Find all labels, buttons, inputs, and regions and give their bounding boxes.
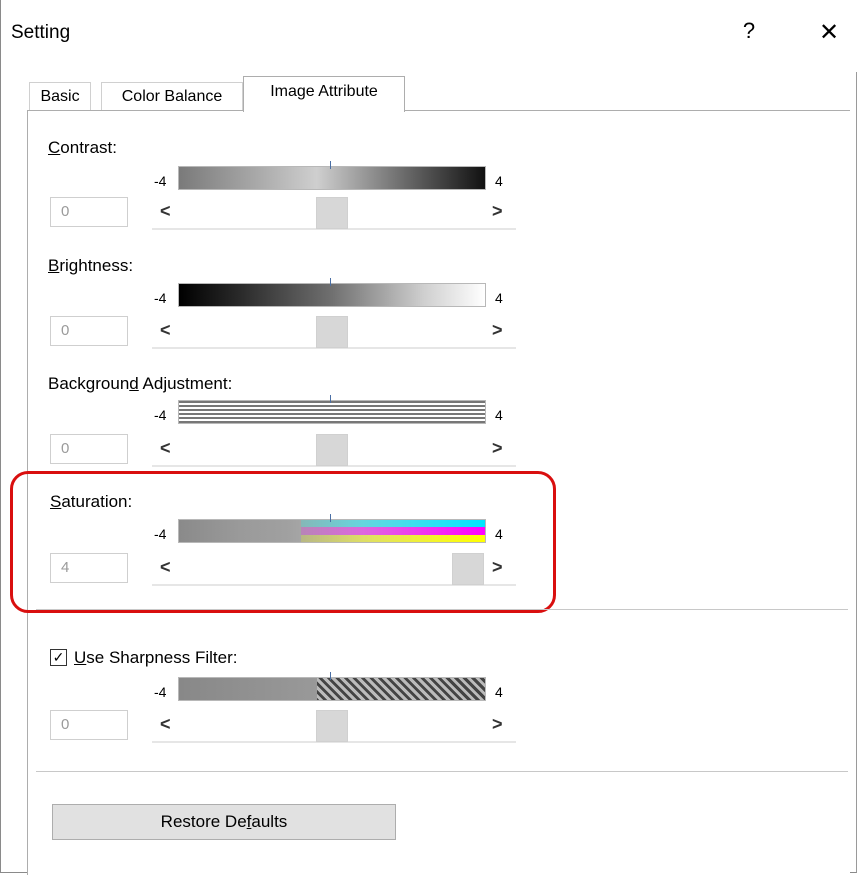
contrast-scale-bar: [178, 166, 486, 190]
contrast-label: Contrast:: [48, 138, 117, 157]
background-right-arrow[interactable]: >: [492, 438, 503, 459]
contrast-max-label: 4: [495, 173, 503, 189]
background-max-label: 4: [495, 407, 503, 423]
contrast-min-label: -4: [154, 173, 167, 189]
brightness-center-tick: [330, 278, 331, 286]
contrast-slider-thumb[interactable]: [316, 197, 348, 229]
brightness-min-label: -4: [154, 290, 167, 306]
contrast-value-field[interactable]: 0: [50, 197, 128, 227]
sharpness-value-field[interactable]: 0: [50, 710, 128, 740]
sharpness-label: Use Sharpness Filter:: [74, 648, 238, 667]
brightness-left-arrow[interactable]: <: [160, 320, 171, 341]
background-center-tick: [330, 395, 331, 403]
sharpness-min-label: -4: [154, 684, 167, 700]
background-slider-thumb[interactable]: [316, 434, 348, 466]
sharpness-center-tick: [330, 672, 331, 680]
brightness-scale-bar: [178, 283, 486, 307]
brightness-value-field[interactable]: 0: [50, 316, 128, 346]
brightness-slider-thumb[interactable]: [316, 316, 348, 348]
separator-1: [36, 609, 848, 610]
sharpness-right-arrow[interactable]: >: [492, 714, 503, 735]
sharpness-scale-bar: [178, 677, 486, 701]
tab-color-balance[interactable]: Color Balance: [101, 82, 243, 110]
brightness-max-label: 4: [495, 290, 503, 306]
brightness-right-arrow[interactable]: >: [492, 320, 503, 341]
background-min-label: -4: [154, 407, 167, 423]
restore-defaults-button[interactable]: Restore Defaults: [52, 804, 396, 840]
help-button[interactable]: ?: [739, 18, 759, 44]
tab-image-attribute[interactable]: Image Attribute: [243, 76, 405, 112]
checkmark-icon: ✓: [52, 649, 65, 665]
sharpness-left-arrow[interactable]: <: [160, 714, 171, 735]
contrast-right-arrow[interactable]: >: [492, 201, 503, 222]
contrast-center-tick: [330, 161, 331, 169]
window-title: Setting: [11, 22, 71, 43]
separator-2: [36, 771, 848, 772]
brightness-label: Brightness:: [48, 256, 134, 275]
sharpness-max-label: 4: [495, 684, 503, 700]
contrast-left-arrow[interactable]: <: [160, 201, 171, 222]
tab-basic[interactable]: Basic: [29, 82, 91, 110]
sharpness-smooth-segment: [179, 678, 317, 700]
sharpness-slider-thumb[interactable]: [316, 710, 348, 742]
saturation-highlight-outline: [10, 471, 556, 613]
background-adjustment-label: Background Adjustment:: [48, 374, 233, 393]
background-scale-bar: [178, 400, 486, 424]
background-left-arrow[interactable]: <: [160, 438, 171, 459]
close-button[interactable]: ✕: [817, 18, 841, 47]
sharpness-checkbox[interactable]: ✓: [50, 649, 67, 666]
background-value-field[interactable]: 0: [50, 434, 128, 464]
title-bar: Setting ? ✕: [1, 0, 861, 72]
